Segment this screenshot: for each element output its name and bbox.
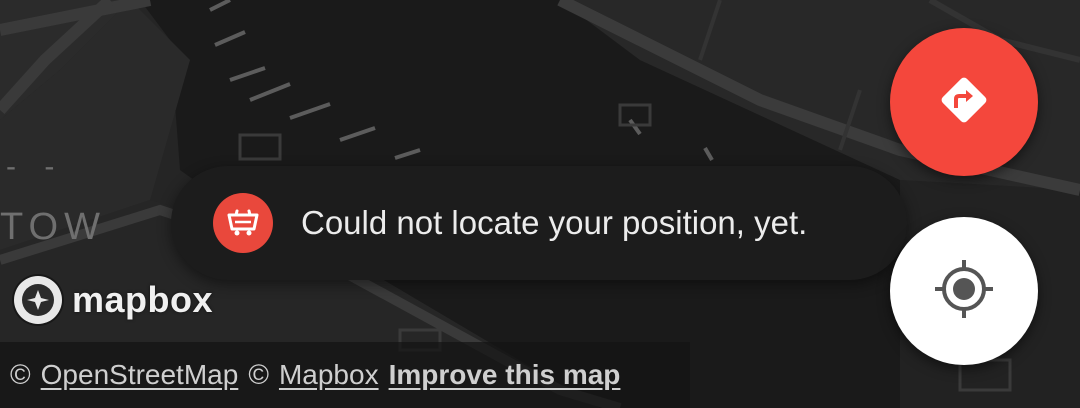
my-location-icon [933,258,995,325]
mapbox-link[interactable]: Mapbox [279,359,379,391]
toast-message: Could not locate your position, yet. [301,204,808,241]
map-attribution: © OpenStreetMap © Mapbox Improve this ma… [0,342,690,408]
directions-button[interactable] [890,28,1038,176]
tram-icon [213,193,273,253]
openstreetmap-link[interactable]: OpenStreetMap [41,359,239,391]
improve-map-link[interactable]: Improve this map [389,359,621,391]
directions-turn-right-icon [934,70,994,135]
copyright-symbol: © [10,359,31,390]
mapbox-logo[interactable]: mapbox [14,276,213,324]
mapbox-compass-icon [14,276,62,324]
my-location-button[interactable] [890,217,1038,365]
map-place-label: TOW [0,206,106,248]
copyright-symbol: © [248,359,269,390]
map-street-label: - - [6,150,65,183]
location-toast: Could not locate your position, yet. [171,166,907,280]
mapbox-logo-text: mapbox [72,279,214,320]
